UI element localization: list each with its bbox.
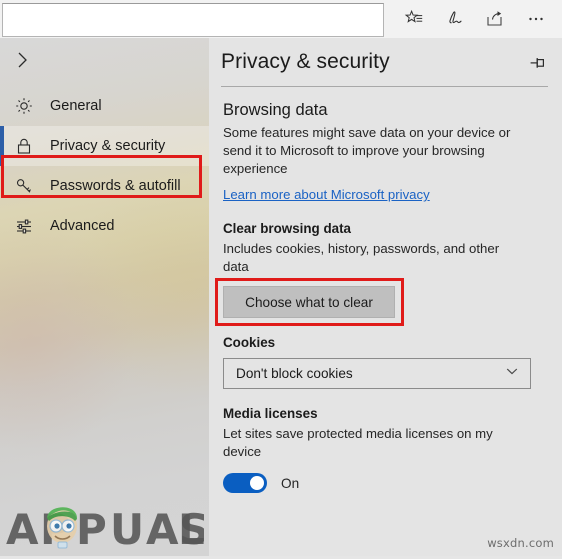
media-licenses-toggle[interactable]	[223, 473, 267, 493]
cookies-heading: Cookies	[223, 335, 276, 350]
chevron-right-icon	[14, 49, 32, 76]
gear-icon	[14, 96, 40, 116]
page-title: Privacy & security	[221, 50, 390, 73]
sliders-icon	[14, 216, 40, 236]
toggle-knob	[250, 476, 264, 490]
header-divider	[221, 86, 548, 87]
sidebar-item-list: General Privacy & security Passwords & a…	[0, 86, 209, 246]
address-bar-input[interactable]	[2, 2, 384, 37]
toolbar-icon-group	[384, 0, 562, 38]
share-button[interactable]	[478, 2, 512, 36]
browsing-data-description: Some features might save data on your de…	[223, 125, 511, 176]
clear-browsing-data-description: Includes cookies, history, passwords, an…	[223, 241, 500, 274]
browsing-data-heading: Browsing data	[223, 101, 328, 119]
media-licenses-heading: Media licenses	[223, 406, 318, 421]
media-licenses-description: Let sites save protected media licenses …	[223, 426, 493, 459]
web-note-button[interactable]	[438, 2, 472, 36]
sidebar-item-privacy-security[interactable]: Privacy & security	[0, 126, 209, 166]
media-licenses-toggle-label: On	[281, 475, 300, 491]
favorites-reading-list-button[interactable]	[397, 2, 431, 36]
sidebar-item-label: Privacy & security	[50, 138, 166, 154]
web-note-icon	[444, 8, 466, 30]
more-icon	[525, 8, 547, 30]
choose-what-to-clear-button[interactable]: Choose what to clear	[223, 286, 395, 318]
favorites-reading-list-icon	[403, 8, 425, 30]
more-button[interactable]	[519, 2, 553, 36]
settings-pane: General Privacy & security Passwords & a…	[0, 38, 562, 556]
sidebar-item-label: Advanced	[50, 218, 115, 234]
sidebar-item-passwords-autofill[interactable]: Passwords & autofill	[0, 166, 209, 206]
share-icon	[484, 8, 506, 30]
panel-header: Privacy & security	[209, 38, 562, 86]
pin-icon	[527, 53, 547, 78]
sidebar-item-label: Passwords & autofill	[50, 178, 181, 194]
choose-what-to-clear-container: Choose what to clear	[215, 276, 404, 326]
sidebar-item-general[interactable]: General	[0, 86, 209, 126]
chevron-down-icon	[504, 363, 520, 384]
microsoft-privacy-link[interactable]: Learn more about Microsoft privacy	[223, 186, 430, 204]
privacy-security-panel: Privacy & security Browsing data Some fe…	[209, 38, 562, 556]
clear-browsing-data-heading: Clear browsing data	[223, 221, 351, 236]
cookies-dropdown-value: Don't block cookies	[236, 366, 353, 381]
media-licenses-toggle-row: On	[223, 473, 548, 493]
sidebar-back-button[interactable]	[0, 43, 209, 81]
key-icon	[14, 176, 40, 196]
browser-toolbar	[0, 0, 562, 38]
lock-icon	[14, 136, 40, 156]
sidebar-item-label: General	[50, 98, 102, 114]
settings-sidebar: General Privacy & security Passwords & a…	[0, 38, 209, 556]
sidebar-item-advanced[interactable]: Advanced	[0, 206, 209, 246]
pin-settings-button[interactable]	[526, 54, 548, 76]
cookies-dropdown[interactable]: Don't block cookies	[223, 358, 531, 389]
panel-content: Browsing data Some features might save d…	[209, 101, 562, 493]
